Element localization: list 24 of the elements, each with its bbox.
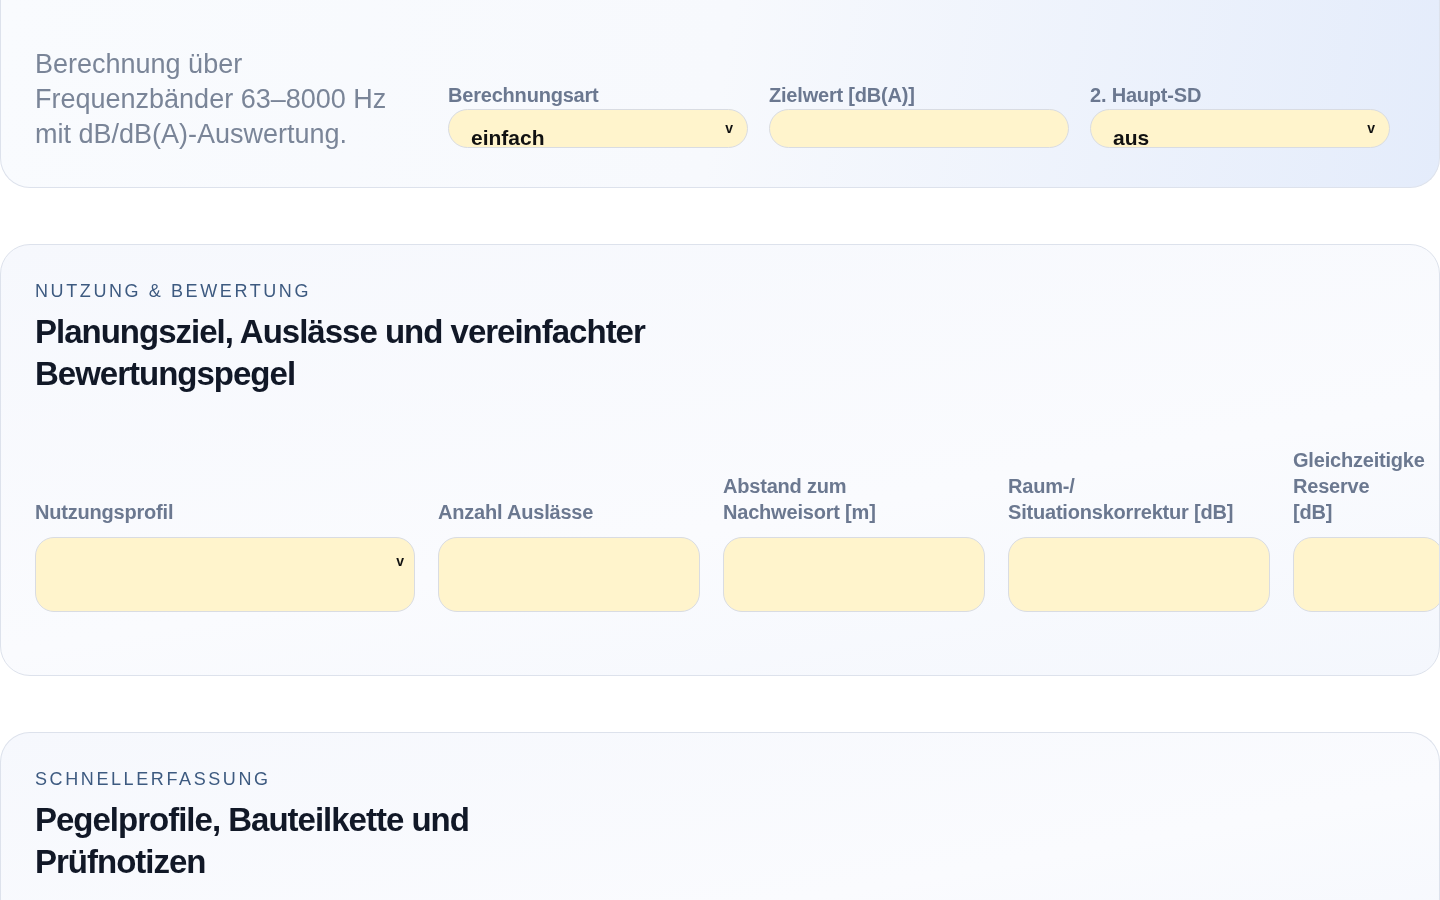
section-title: Pegelprofile, Bauteilkette und Prüfnotizen — [35, 800, 470, 882]
field-label: Abstand zum Nachweisort [m] — [723, 474, 877, 525]
field-label: Raum-/ Situationskorrektur [dB] — [1008, 474, 1235, 525]
chevron-icon: v — [725, 121, 733, 135]
chevron-icon: v — [396, 554, 404, 568]
dropdown-field[interactable]: v — [35, 537, 415, 612]
input-field[interactable] — [438, 537, 700, 612]
dropdown-field[interactable]: aus v — [1090, 109, 1390, 148]
input-field[interactable] — [1008, 537, 1270, 612]
field-label: Berechnungsart — [448, 83, 600, 107]
section-eyebrow: NUTZUNG & BEWERTUNG — [35, 280, 313, 302]
input-field[interactable] — [769, 109, 1069, 148]
field-label: Nutzungsprofil — [35, 500, 175, 525]
field-label: Gleichzeitigke Reserve [dB] — [1293, 448, 1426, 525]
field-label: 2. Haupt-SD — [1090, 83, 1203, 107]
field-label: Zielwert [dB(A)] — [769, 83, 916, 107]
input-field[interactable] — [1293, 537, 1439, 612]
field-label: Anzahl Auslässe — [438, 500, 595, 525]
section-title: Planungsziel, Auslässe und vereinfachter Bewertungspegel — [35, 312, 647, 394]
input-field[interactable] — [723, 537, 985, 612]
dropdown-field[interactable]: einfach v — [448, 109, 748, 148]
chevron-icon: v — [1367, 121, 1375, 135]
section-eyebrow: SCHNELLERFASSUNG — [35, 768, 272, 790]
description-text: Berechnung über Frequenzbänder 63–8000 Hz mit dB/dB(A)-Auswertung. — [35, 48, 388, 151]
